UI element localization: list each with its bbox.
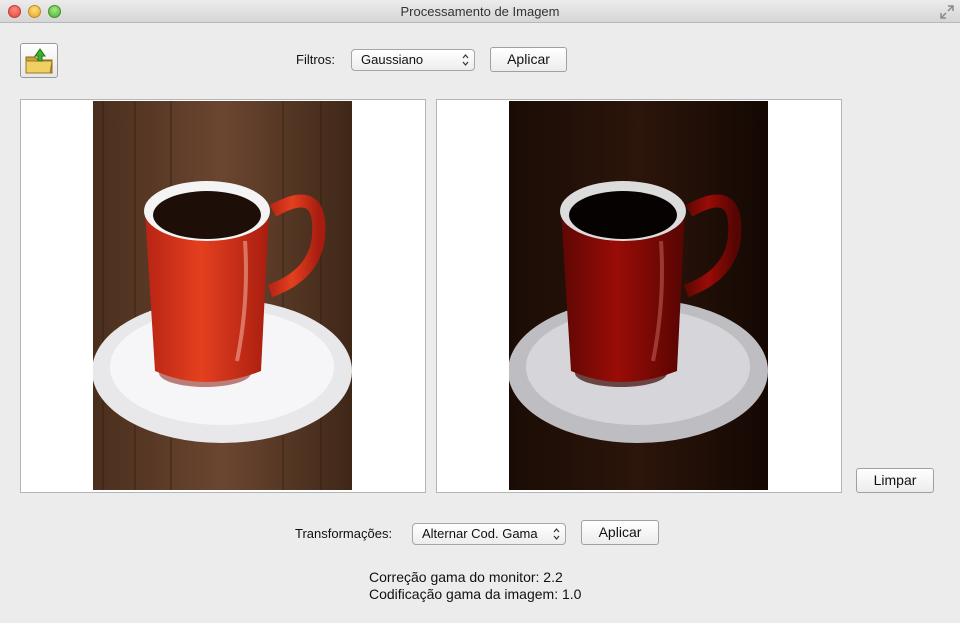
image-gamma-text: Codificação gama da imagem: 1.0 <box>369 586 582 602</box>
original-image-panel <box>20 99 426 493</box>
folder-upload-icon <box>25 48 53 74</box>
processed-image-panel <box>436 99 842 493</box>
filters-label: Filtros: <box>296 52 335 67</box>
transforms-select[interactable]: Alternar Cod. Gama <box>412 523 566 545</box>
apply-filter-button[interactable]: Aplicar <box>490 47 567 72</box>
app-window: Processamento de Imagem Filtros: Gaussia… <box>0 0 960 623</box>
original-image <box>93 101 352 490</box>
open-image-button[interactable] <box>20 43 58 78</box>
monitor-gamma-text: Correção gama do monitor: 2.2 <box>369 569 563 585</box>
window-title: Processamento de Imagem <box>400 4 560 19</box>
filters-select[interactable]: Gaussiano <box>351 49 475 71</box>
filters-selected-value: Gaussiano <box>361 52 424 67</box>
processed-image <box>509 101 768 490</box>
updown-chevron-icon <box>553 528 560 540</box>
transforms-selected-value: Alternar Cod. Gama <box>422 526 538 541</box>
transforms-label: Transformações: <box>295 526 393 541</box>
updown-chevron-icon <box>462 54 469 66</box>
title-bar: Processamento de Imagem <box>0 0 960 23</box>
apply-transform-button[interactable]: Aplicar <box>581 520 659 545</box>
fullscreen-icon[interactable] <box>940 5 954 19</box>
clear-button[interactable]: Limpar <box>856 468 934 493</box>
